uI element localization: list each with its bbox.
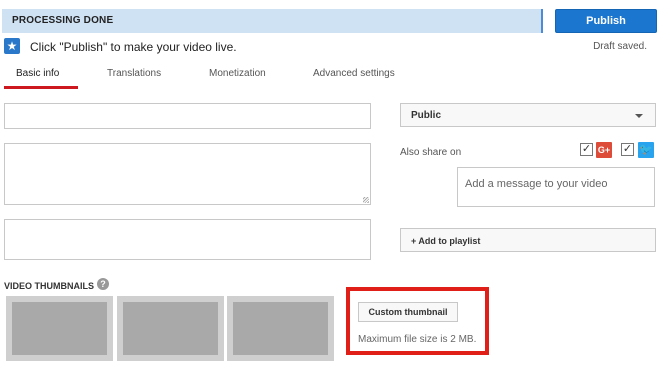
publish-button[interactable]: Publish — [555, 9, 657, 33]
privacy-select[interactable]: Public — [400, 103, 656, 127]
title-input[interactable] — [4, 103, 371, 129]
thumbnail-option[interactable] — [6, 296, 113, 361]
active-tab-indicator — [4, 86, 78, 89]
tab-translations[interactable]: Translations — [107, 68, 161, 79]
star-icon: ★ — [4, 38, 20, 54]
publish-hint: Click "Publish" to make your video live. — [30, 40, 237, 54]
description-textarea[interactable] — [4, 143, 371, 205]
video-thumbnails-heading: VIDEO THUMBNAILS — [4, 281, 94, 291]
twitter-checkbox[interactable]: ✓ — [621, 143, 634, 156]
google-plus-checkbox[interactable]: ✓ — [580, 143, 593, 156]
tab-bar: Basic info Translations Monetization Adv… — [2, 62, 668, 89]
thumbnail-option[interactable] — [227, 296, 334, 361]
resize-handle-icon[interactable] — [363, 197, 369, 203]
thumbnail-option[interactable] — [117, 296, 224, 361]
share-message-input[interactable]: Add a message to your video — [457, 167, 655, 207]
tab-monetization[interactable]: Monetization — [209, 68, 266, 79]
chevron-down-icon — [635, 114, 643, 118]
add-to-playlist-button[interactable]: + Add to playlist — [400, 228, 656, 252]
google-plus-icon: G+ — [596, 142, 612, 158]
share-label: Also share on — [400, 147, 462, 158]
processing-status-text: PROCESSING DONE — [12, 15, 114, 26]
help-icon[interactable]: ? — [97, 278, 109, 290]
tags-input[interactable] — [4, 219, 371, 260]
tab-advanced-settings[interactable]: Advanced settings — [313, 68, 395, 79]
custom-thumbnail-button[interactable]: Custom thumbnail — [358, 302, 458, 322]
twitter-icon: 🐦 — [638, 142, 654, 158]
privacy-select-value: Public — [411, 110, 442, 121]
processing-status-bar: PROCESSING DONE — [2, 9, 543, 33]
tab-basic-info[interactable]: Basic info — [16, 68, 59, 79]
max-file-size-note: Maximum file size is 2 MB. — [358, 334, 477, 345]
draft-saved-status: Draft saved. — [593, 41, 647, 52]
